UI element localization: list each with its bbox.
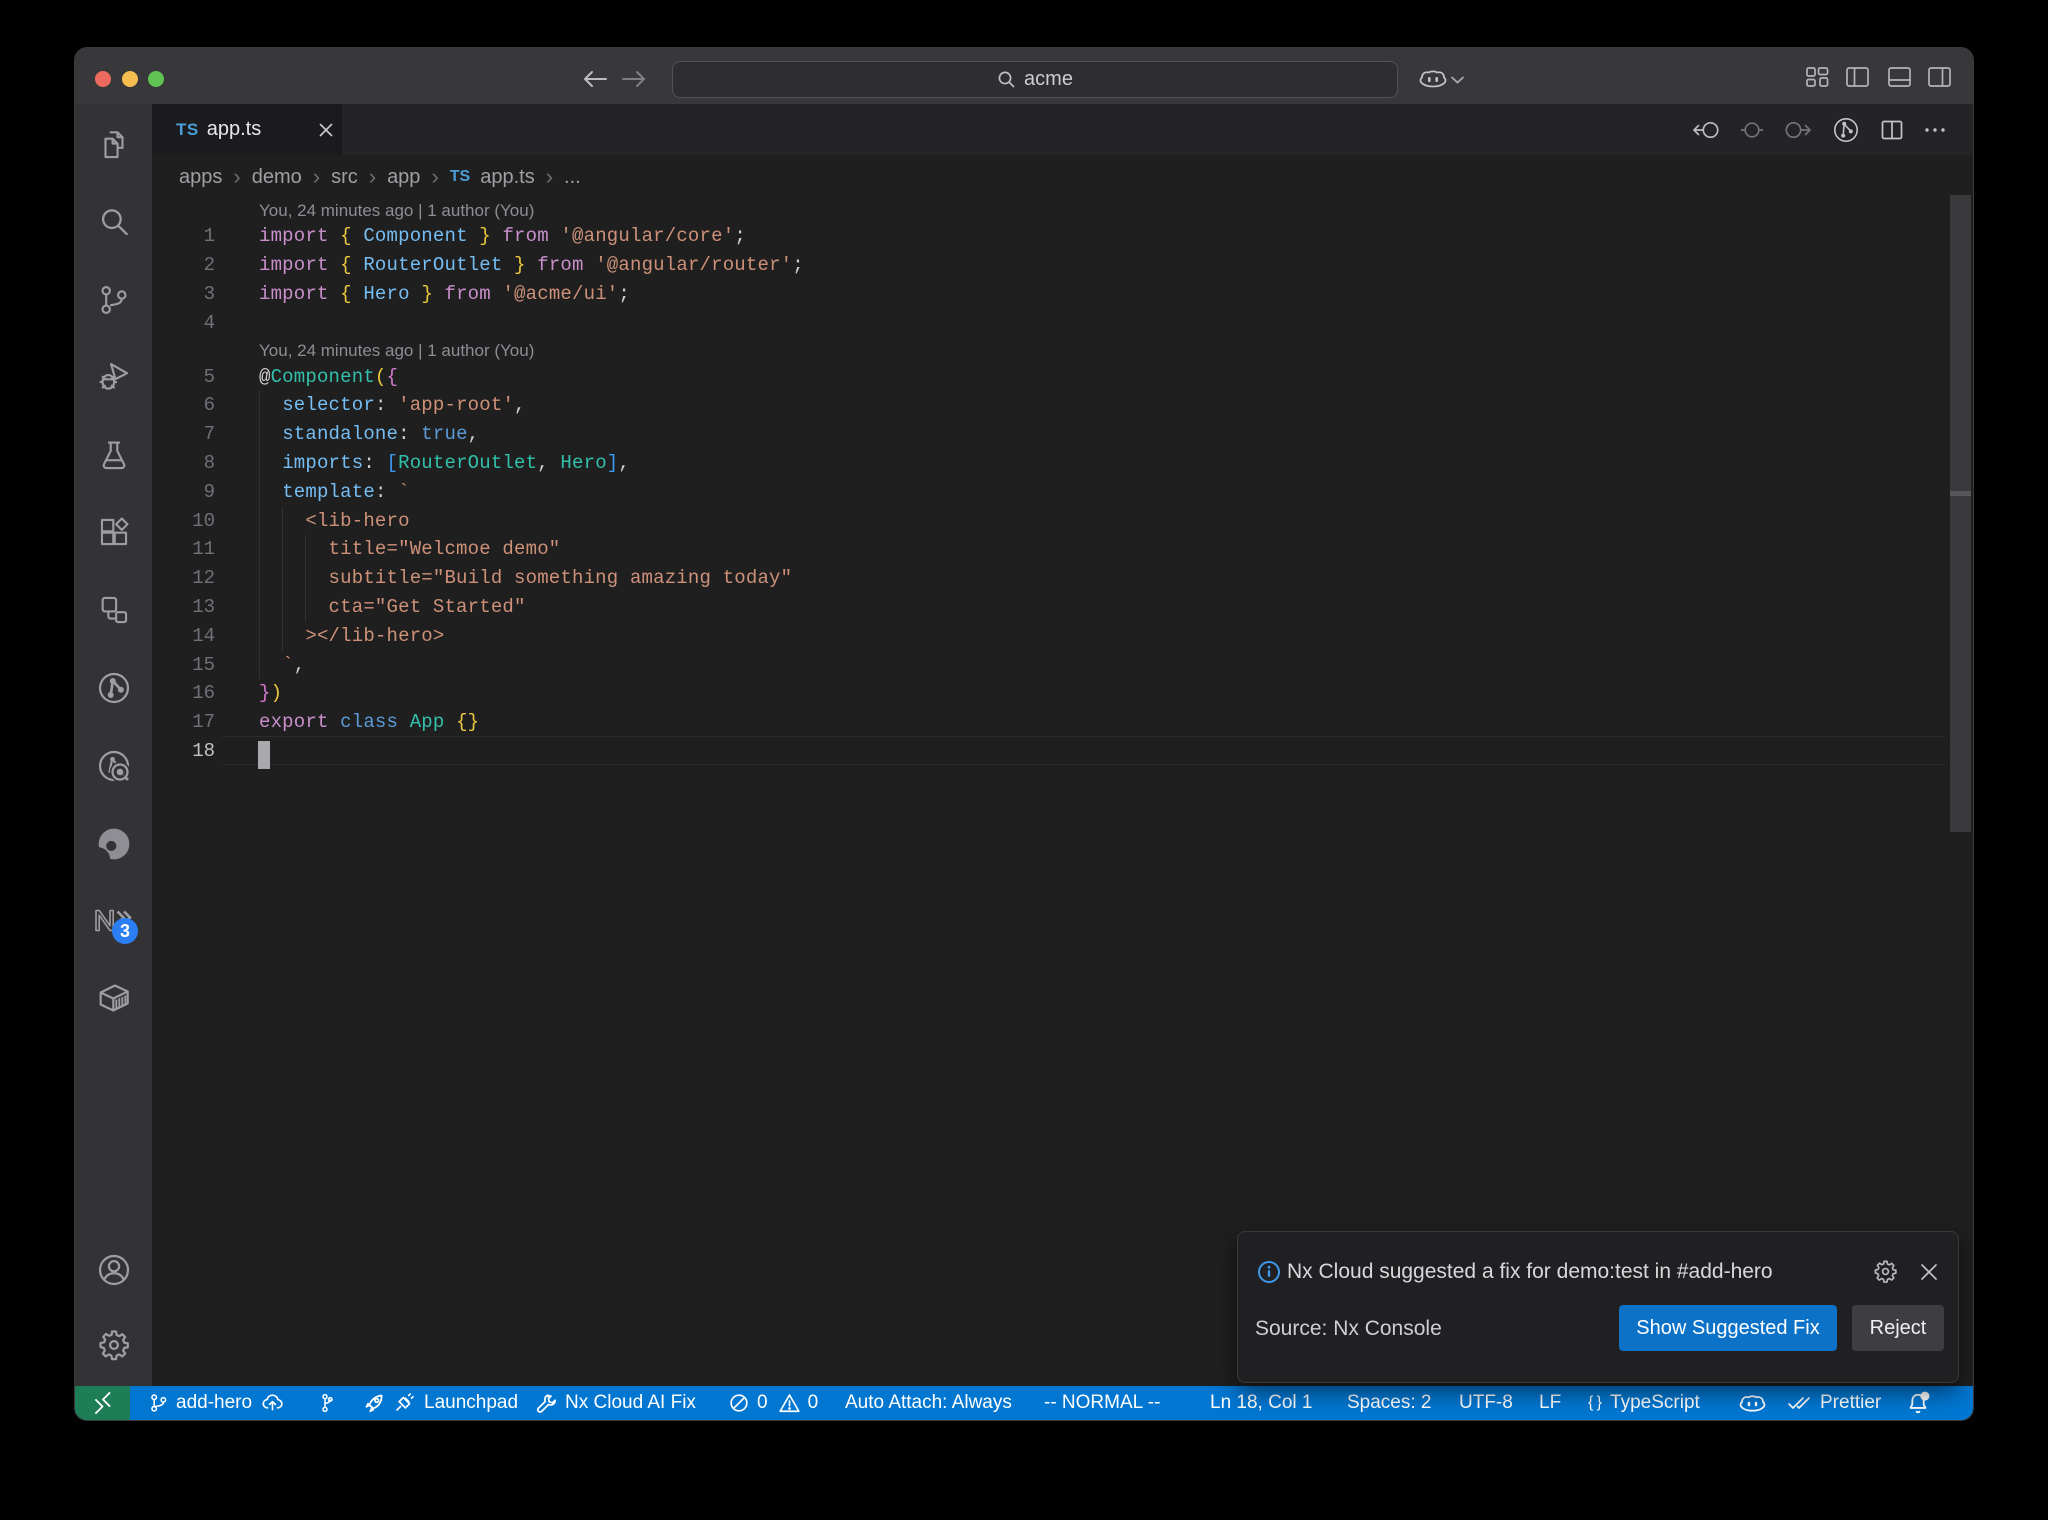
svg-text:3: 3	[119, 921, 129, 941]
